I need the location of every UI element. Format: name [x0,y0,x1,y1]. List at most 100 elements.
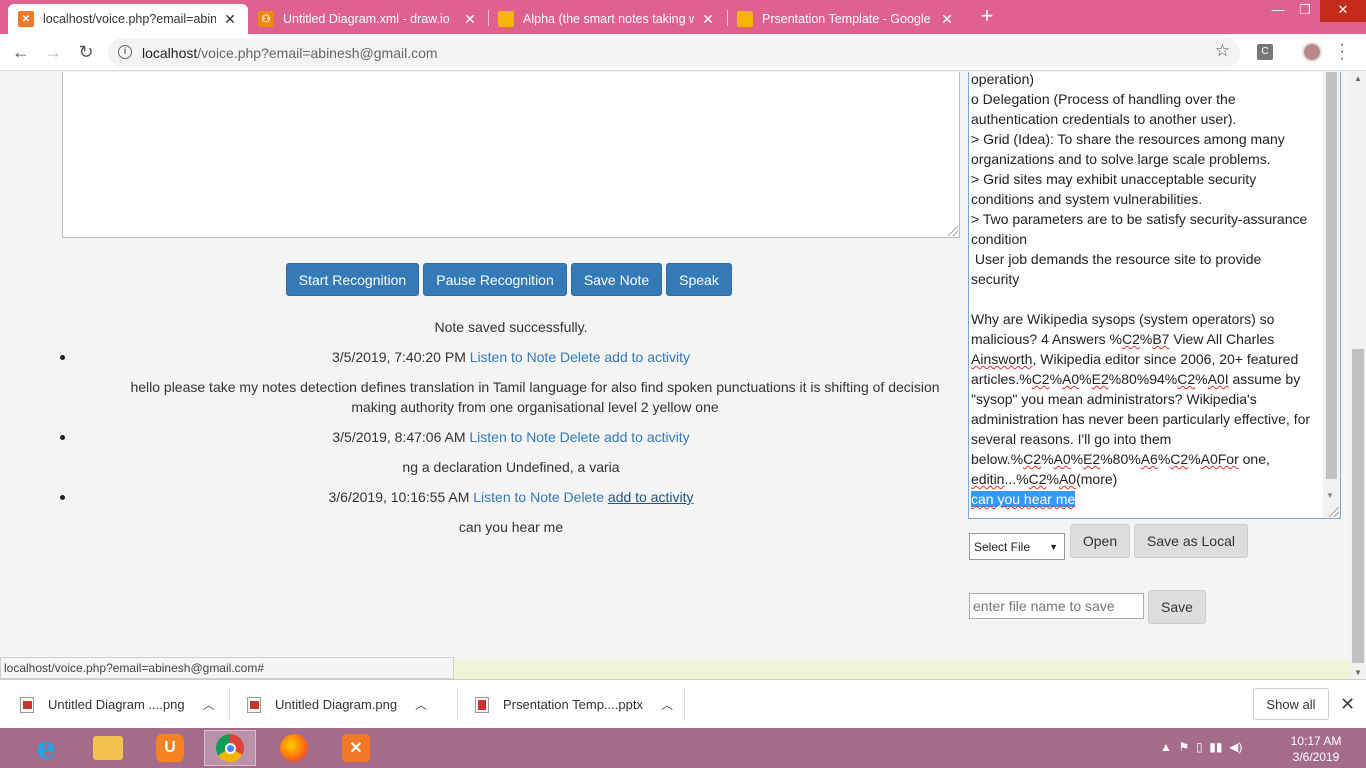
close-icon[interactable]: ✕ [222,11,238,28]
chevron-up-icon[interactable]: ︿ [415,696,427,713]
close-icon[interactable]: ✕ [462,11,478,28]
delete-link[interactable]: Delete [564,489,604,505]
select-file-dropdown[interactable]: Select File ▼ [969,533,1065,560]
download-name: Untitled Diagram.png [275,697,398,712]
download-name: Untitled Diagram ....png [48,697,185,712]
profile-avatar[interactable] [1302,42,1322,62]
note-textarea[interactable] [62,72,960,238]
download-item[interactable]: Untitled Diagram.png ︿ [247,680,427,729]
tab-presentation[interactable]: Prsentation Template - Google Sl ✕ [727,4,965,34]
menu-icon[interactable]: · · · [1338,37,1346,67]
save-as-local-button[interactable]: Save as Local [1134,524,1248,558]
tab-drawio[interactable]: ⚇ Untitled Diagram.xml - draw.io ✕ [248,4,488,34]
taskbar-clock[interactable]: 10:17 AM 3/6/2019 [1284,733,1348,765]
select-file-value: Select File [974,540,1031,554]
window-close-button[interactable]: ✕ [1320,0,1366,22]
resize-handle[interactable] [1329,507,1339,517]
text-span: View All Charles [1169,331,1275,347]
text-span: E2 [1083,451,1101,467]
add-activity-link[interactable]: add to activity [604,429,690,445]
close-icon[interactable]: ✕ [700,11,716,28]
tab-title: localhost/voice.php?email=abine [43,12,216,26]
firefox-icon[interactable] [268,730,320,766]
reload-icon[interactable]: ↻ [74,40,98,64]
back-icon[interactable]: ← [9,40,33,64]
textarea-scrollbar[interactable]: ▼ [1323,72,1340,518]
start-recognition-button[interactable]: Start Recognition [286,263,419,296]
info-icon[interactable]: i [118,45,132,59]
text-span: articles.% [971,371,1032,387]
scroll-up-icon[interactable]: ▲ [1354,74,1362,83]
show-all-button[interactable]: Show all [1253,688,1329,720]
text-line: editin...%C2%A0(more) [971,469,1321,489]
slides-icon [737,11,753,27]
pause-recognition-button[interactable]: Pause Recognition [423,263,567,296]
save-note-button[interactable]: Save Note [571,263,662,296]
bookmark-star-icon[interactable]: ☆ [1215,41,1230,61]
scrollbar-thumb[interactable] [1326,72,1337,479]
internet-explorer-icon[interactable]: e [20,730,72,766]
text-span: A0 [1053,451,1071,467]
text-line: conditions and system vulnerabilities. [971,191,1203,207]
text-span: C2 [1177,371,1196,387]
text-span: % [1046,471,1059,487]
resize-handle[interactable] [948,226,958,236]
speak-button[interactable]: Speak [666,263,732,296]
file-explorer-icon[interactable] [82,730,134,766]
xampp-glyph: ✕ [342,734,370,762]
text-span: A6 [1140,451,1158,467]
forward-icon[interactable]: → [41,40,65,64]
scroll-down-icon[interactable]: ▼ [1326,491,1334,500]
scrollbar-thumb[interactable] [1352,349,1364,663]
system-tray-icons[interactable]: ▲ ⚑ ▯ ▮▮ ◀) [1160,740,1242,754]
maximize-button[interactable]: ❐ [1290,0,1320,22]
listen-link[interactable]: Listen to Note [469,429,555,445]
chevron-up-icon[interactable]: ︿ [203,696,215,713]
xampp-icon: ✕ [18,11,34,27]
text-line: condition [971,231,1028,247]
selected-text: can you hear me [971,491,1076,507]
minimize-button[interactable]: — [1263,0,1293,22]
browser-toolbar: ← → ↻ i localhost/voice.php?email=abines… [0,34,1366,71]
open-button[interactable]: Open [1070,524,1130,558]
text-span: A0 [1062,371,1080,387]
new-tab-button[interactable]: + [976,5,998,28]
text-span: C2 [1028,471,1047,487]
close-icon[interactable]: ✕ [939,11,955,28]
folder-glyph [93,736,123,760]
delete-link[interactable]: Delete [560,349,600,365]
text-span: %80%94% [1108,371,1178,387]
add-activity-link[interactable]: add to activity [608,489,694,505]
save-button[interactable]: Save [1148,590,1206,624]
listen-link[interactable]: Listen to Note [470,349,556,365]
file-content-textarea[interactable]: operation) o Delegation (Process of hand… [968,72,1341,519]
download-item[interactable]: Prsentation Temp....pptx ︿ [475,680,673,729]
text-span: C2 [1023,451,1042,467]
extension-icon[interactable]: C [1257,44,1273,60]
text-span: B7 [1152,331,1170,347]
listen-link[interactable]: Listen to Note [473,489,559,505]
pptx-file-icon [475,696,489,713]
close-icon[interactable]: ✕ [1340,694,1355,715]
image-file-icon [247,696,261,713]
status-message: Note saved successfully. [434,319,588,335]
xampp-taskbar-icon[interactable]: ✕ [330,730,382,766]
chevron-up-icon[interactable]: ︿ [661,696,673,713]
tab-voice[interactable]: ✕ localhost/voice.php?email=abine ✕ [8,4,248,34]
page-scrollbar[interactable]: ▲ ▼ [1350,72,1366,679]
uc-browser-icon[interactable]: U [144,730,196,766]
text-span: % [1070,451,1084,467]
slides-icon [498,11,514,27]
text-line: below.%C2%A0%E2%80%A6%C2%A0For one, [971,449,1321,469]
text-span: one, [1238,451,1270,467]
text-span: editin [971,471,1005,487]
address-bar[interactable]: i localhost/voice.php?email=abinesh@gmai… [108,38,1240,67]
scroll-down-icon[interactable]: ▼ [1354,668,1362,677]
filename-input[interactable]: enter file name to save [969,593,1144,619]
download-item[interactable]: Untitled Diagram ....png ︿ [20,680,215,729]
add-activity-link[interactable]: add to activity [604,349,690,365]
tab-alpha[interactable]: Alpha (the smart notes taking we ✕ [488,4,726,34]
delete-link[interactable]: Delete [560,429,600,445]
chrome-icon[interactable] [204,730,256,766]
